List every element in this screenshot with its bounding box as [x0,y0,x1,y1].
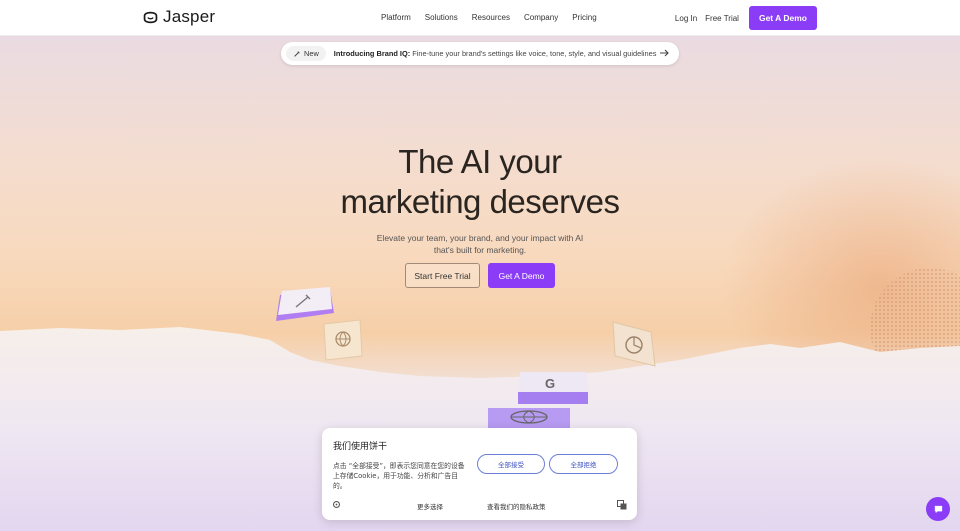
announcement-bar[interactable]: New Introducing Brand IQ: Fine-tune your… [281,42,679,65]
chat-bubble-icon [934,505,942,513]
nav-links: Platform Solutions Resources Company Pri… [381,13,611,22]
chat-widget-button[interactable] [926,497,950,521]
hero-subtitle: Elevate your team, your brand, and your … [0,232,960,256]
top-nav: Jasper Platform Solutions Resources Comp… [0,0,960,36]
pencil-sparkle-icon [294,50,300,57]
globe-tile-left [323,319,363,361]
arrow-right-icon[interactable] [659,48,669,58]
announcement-title: Introducing Brand IQ: [333,49,411,58]
new-badge: New [286,46,326,61]
jasper-logo[interactable]: Jasper [142,7,215,27]
reject-all-button[interactable]: 全部拒绝 [549,454,618,474]
cookie-title: 我们使用饼干 [333,442,388,452]
privacy-policy-link[interactable]: 查看我们的隐私政策 [487,501,546,511]
accept-all-button[interactable]: 全部接受 [477,454,545,474]
hero-headline: The AI your marketing deserves [0,142,960,222]
headline-line-1: The AI your [398,143,562,180]
announcement-text: Fine-tune your brand's settings like voi… [412,49,657,58]
gear-icon[interactable] [332,500,341,509]
login-link[interactable]: Log In [675,14,697,23]
google-tile: G [518,372,588,404]
new-badge-label: New [304,49,319,58]
headline-line-2: marketing deserves [340,183,620,220]
jasper-logo-icon [143,11,158,23]
start-free-trial-button[interactable]: Start Free Trial [405,263,480,288]
nav-platform[interactable]: Platform [381,13,411,22]
get-demo-button[interactable]: Get A Demo [488,263,555,288]
google-icon: G [545,376,555,391]
more-options-link[interactable]: 更多选择 [417,501,443,511]
nav-actions: Log In Free Trial Get A Demo [675,6,817,30]
announcement-message: Introducing Brand IQ: Fine-tune your bra… [334,49,657,58]
translate-icon[interactable] [617,500,627,510]
subtitle-line-1: Elevate your team, your brand, and your … [376,233,584,243]
cookie-consent-dialog: 我们使用饼干 点击 “全部接受”，即表示您同意在您的设备上存储Cookie，用于… [322,428,637,520]
nav-company[interactable]: Company [524,13,558,22]
logo-text: Jasper [163,7,216,26]
nav-solutions[interactable]: Solutions [425,13,458,22]
nav-resources[interactable]: Resources [472,13,510,22]
free-trial-link[interactable]: Free Trial [705,14,739,23]
chart-tile [612,321,656,367]
hero-cta-row: Start Free Trial Get A Demo [405,263,555,288]
nav-pricing[interactable]: Pricing [572,13,596,22]
subtitle-line-2: that's built for marketing. [433,245,527,255]
get-demo-nav-button[interactable]: Get A Demo [748,6,817,30]
cookie-description: 点击 “全部接受”，即表示您同意在您的设备上存储Cookie，用于功能、分析和广… [333,462,465,490]
